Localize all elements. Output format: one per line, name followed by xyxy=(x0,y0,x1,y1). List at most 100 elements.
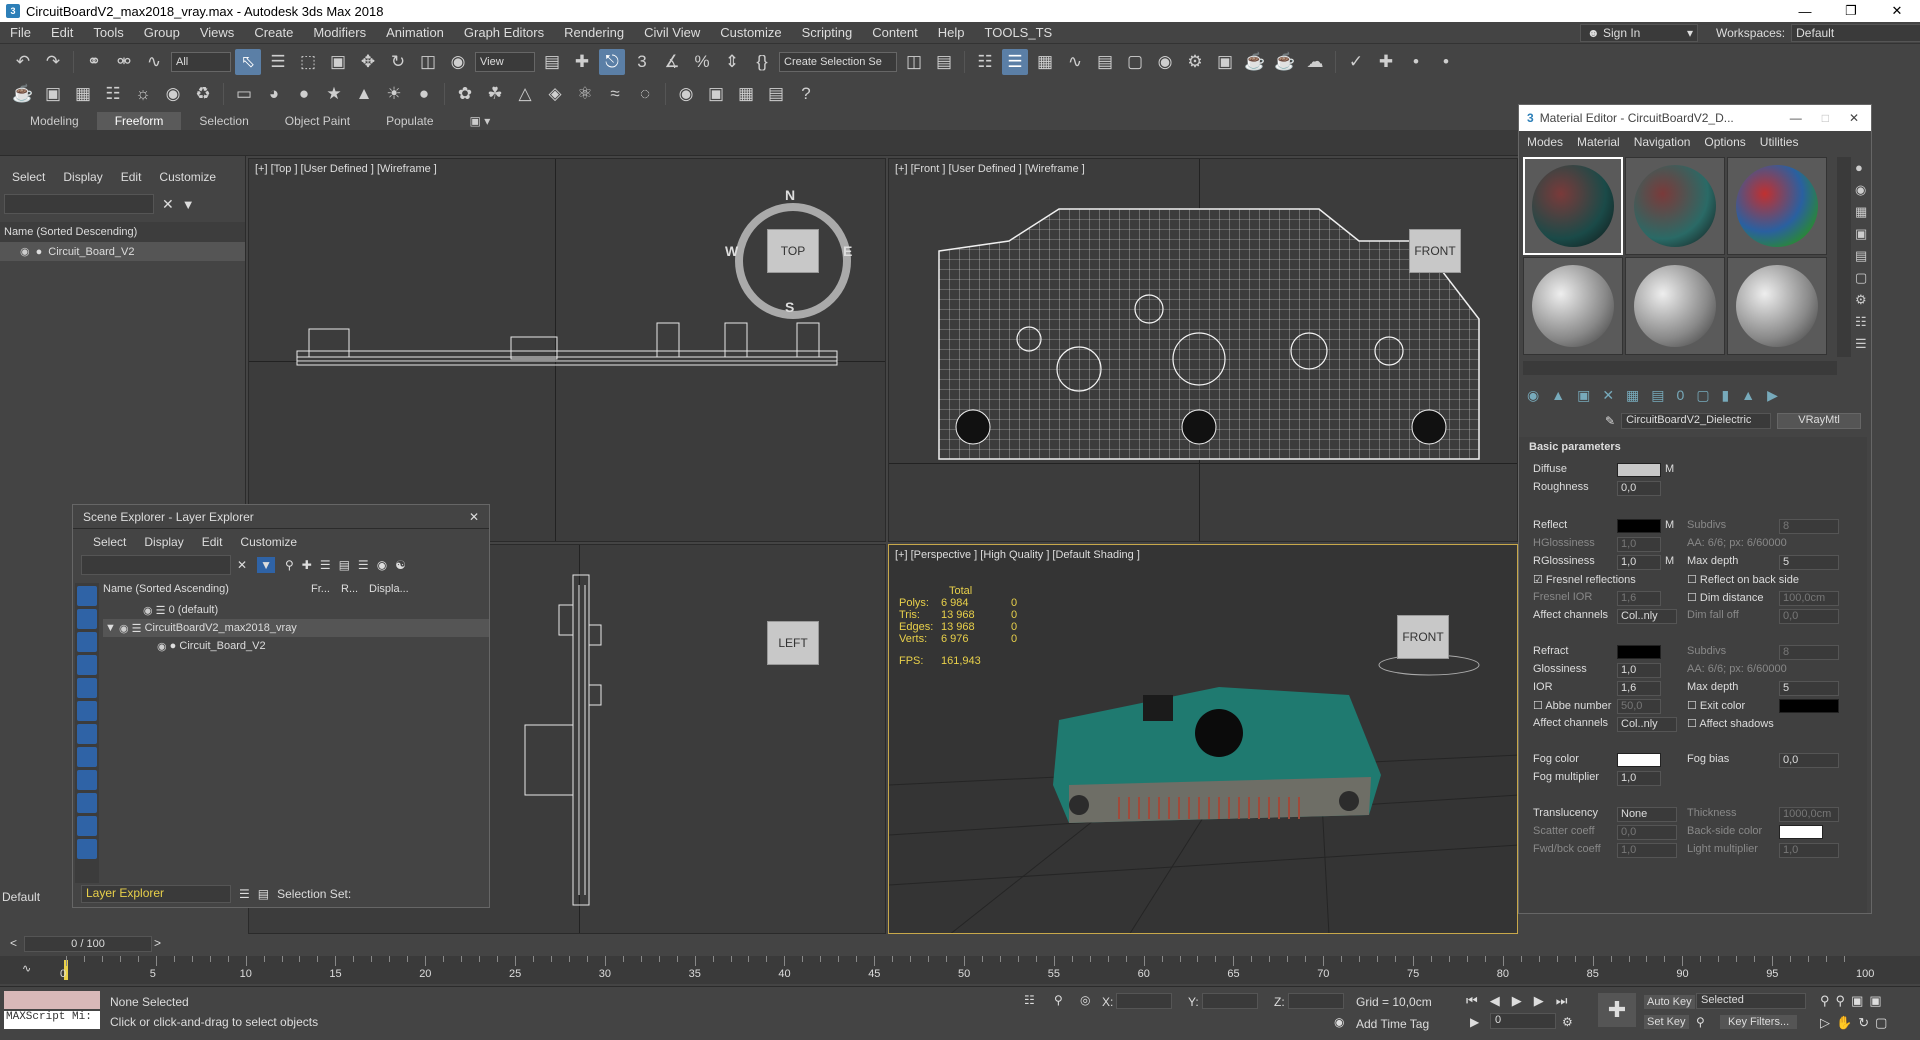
go-forward-icon[interactable]: ▶ xyxy=(1767,387,1778,404)
sun-icon[interactable]: ☀ xyxy=(381,81,407,107)
teapot-icon[interactable]: ☕ xyxy=(10,81,36,107)
proxy-icon[interactable]: ✿ xyxy=(452,81,478,107)
light-lister-icon[interactable]: ☼ xyxy=(130,81,156,107)
container-icon[interactable] xyxy=(77,816,97,836)
list-item[interactable]: ◉ ● Circuit_Board_V2 xyxy=(0,242,245,261)
add-time-tag[interactable]: Add Time Tag xyxy=(1356,1017,1429,1031)
menu-edit[interactable]: Edit xyxy=(41,25,83,40)
layers-icon[interactable]: ☰ xyxy=(239,887,250,901)
zoom-all-icon[interactable]: ⚲ xyxy=(1836,993,1846,1009)
select-by-material-icon[interactable]: ☷ xyxy=(1855,311,1871,333)
clear-icon[interactable]: ✕ xyxy=(162,196,174,213)
schematic-view-icon[interactable]: ▢ xyxy=(1122,49,1148,75)
key-mode-icon[interactable]: ▶ xyxy=(1470,1015,1479,1029)
viewcube[interactable]: LEFT xyxy=(767,621,819,665)
tab-selection[interactable]: Selection xyxy=(181,112,266,130)
refract-affect-channels-dropdown[interactable]: Col..nly xyxy=(1617,717,1677,732)
go-to-end-icon[interactable]: ⏭ xyxy=(1556,993,1568,1009)
me-menu-modes[interactable]: Modes xyxy=(1527,135,1563,149)
material-editor-icon[interactable]: ◉ xyxy=(1152,49,1178,75)
track-bar[interactable]: ∿ 0 5 10 15 20 25 30 35 40 45 50 55 60 65 70 75 80 85 90 95… xyxy=(0,956,1920,984)
gpu-icon[interactable]: ♻ xyxy=(190,81,216,107)
time-slider-thumb[interactable]: 0 / 100 xyxy=(24,936,152,952)
tab-freeform[interactable]: Freeform xyxy=(96,112,182,130)
sign-in-dropdown[interactable]: ☻ Sign In ▾ xyxy=(1580,24,1698,42)
geometry-icon[interactable] xyxy=(77,609,97,629)
export-icon[interactable]: ▤ xyxy=(763,81,789,107)
restore-icon[interactable]: ❐ xyxy=(1828,0,1874,22)
render-production-icon[interactable]: ☕ xyxy=(1242,49,1268,75)
selection-set-icon[interactable]: ▤ xyxy=(258,887,269,901)
key-filters-button[interactable]: Key Filters... xyxy=(1720,1015,1798,1029)
reflect-swatch[interactable] xyxy=(1617,519,1661,533)
viewport-perspective[interactable]: [+] [Perspective ] [High Quality ] [Defa… xyxy=(888,544,1518,934)
ior-field[interactable]: 1,6 xyxy=(1617,681,1661,696)
background-icon[interactable]: ▦ xyxy=(1855,201,1871,223)
me-menu-utilities[interactable]: Utilities xyxy=(1760,135,1799,149)
make-preview-icon[interactable]: ▢ xyxy=(1855,267,1871,289)
menu-animation[interactable]: Animation xyxy=(376,25,454,40)
backside-swatch[interactable] xyxy=(1779,825,1823,839)
fur-icon[interactable]: ☘ xyxy=(482,81,508,107)
time-tag-icon[interactable]: ◉ xyxy=(1334,1015,1344,1029)
eye-icon[interactable]: ◉ xyxy=(20,245,30,258)
sample-slot[interactable] xyxy=(1523,257,1623,355)
orbit-icon[interactable]: ↻ xyxy=(1858,1015,1869,1031)
zoom-extents-all-icon[interactable]: ▣ xyxy=(1869,993,1881,1009)
viewcube[interactable]: FRONT xyxy=(1409,229,1461,273)
filter-icon[interactable]: ▼ xyxy=(257,557,275,573)
material-type-button[interactable]: VRayMtl xyxy=(1777,413,1862,429)
glossiness-field[interactable]: 1,0 xyxy=(1617,663,1661,678)
eye-icon[interactable]: ◉ xyxy=(157,640,167,653)
display-all-icon[interactable] xyxy=(77,586,97,606)
frame-buffer-icon[interactable]: ▣ xyxy=(40,81,66,107)
set-key-button[interactable]: Set Key xyxy=(1644,1015,1689,1029)
me-menu-options[interactable]: Options xyxy=(1704,135,1745,149)
time-config-icon[interactable]: ⚙ xyxy=(1562,1015,1573,1029)
auto-key-button[interactable]: Auto Key xyxy=(1644,995,1695,1009)
sx-menu-customize[interactable]: Customize xyxy=(240,535,297,549)
previous-frame-icon[interactable]: ◀ xyxy=(1490,993,1500,1009)
reference-coordinate-dropdown[interactable]: View xyxy=(475,52,535,72)
exit-color-swatch[interactable] xyxy=(1779,699,1839,713)
link-icon[interactable]: ⚭ xyxy=(81,49,107,75)
sample-slot[interactable] xyxy=(1727,157,1827,255)
lp-menu-display[interactable]: Display xyxy=(63,170,102,184)
close-icon[interactable]: ✕ xyxy=(469,510,479,524)
minimize-icon[interactable]: — xyxy=(1782,0,1828,22)
isolate-icon[interactable]: ☷ xyxy=(1024,993,1035,1007)
close-icon[interactable]: ✕ xyxy=(1849,111,1859,125)
refract-swatch[interactable] xyxy=(1617,645,1661,659)
go-to-start-icon[interactable]: ⏮ xyxy=(1466,993,1478,1009)
sample-slot[interactable] xyxy=(1523,157,1623,255)
render-icon[interactable]: ▦ xyxy=(70,81,96,107)
z-field[interactable] xyxy=(1288,993,1344,1009)
fresnel-checkbox[interactable]: ☑ Fresnel reflections xyxy=(1533,573,1636,586)
dim-falloff-field[interactable]: 0,0 xyxy=(1779,609,1839,624)
camera-icon[interactable]: ◉ xyxy=(160,81,186,107)
section-basic-parameters[interactable]: Basic parameters xyxy=(1529,441,1621,453)
help-icon[interactable]: ? xyxy=(793,81,819,107)
render-iterative-icon[interactable]: ☕ xyxy=(1272,49,1298,75)
next-key-icon[interactable]: ▶ xyxy=(1534,993,1544,1009)
sx-menu-edit[interactable]: Edit xyxy=(202,535,223,549)
refract-subdivs-field[interactable]: 8 xyxy=(1779,645,1839,660)
menu-tools-ts[interactable]: TOOLS_TS xyxy=(975,25,1063,40)
make-unique-icon[interactable]: ▦ xyxy=(1626,387,1639,404)
tab-object-paint[interactable]: Object Paint xyxy=(267,112,368,130)
reflect-back-checkbox[interactable]: ☐ Reflect on back side xyxy=(1687,573,1799,586)
backlight-icon[interactable]: ◉ xyxy=(1855,179,1871,201)
sample-type-icon[interactable]: ● xyxy=(1855,157,1871,179)
sample-slot[interactable] xyxy=(1625,257,1725,355)
column-render[interactable]: R... xyxy=(341,583,358,595)
converter-icon[interactable]: ▣ xyxy=(703,81,729,107)
ambient-icon[interactable]: ▲ xyxy=(351,81,377,107)
xref-icon[interactable] xyxy=(77,770,97,790)
maximize-icon[interactable]: □ xyxy=(1822,111,1829,125)
lp-menu-customize[interactable]: Customize xyxy=(159,170,216,184)
clear-icon[interactable]: ✕ xyxy=(237,558,247,572)
viewport-top[interactable]: [+] [Top ] [User Defined ] [Wireframe ] … xyxy=(248,158,886,542)
slots-horizontal-scrollbar[interactable] xyxy=(1523,361,1837,375)
named-selection-dropdown[interactable]: Create Selection Se xyxy=(779,52,897,72)
key-filter-dropdown[interactable]: Selected xyxy=(1696,993,1806,1009)
